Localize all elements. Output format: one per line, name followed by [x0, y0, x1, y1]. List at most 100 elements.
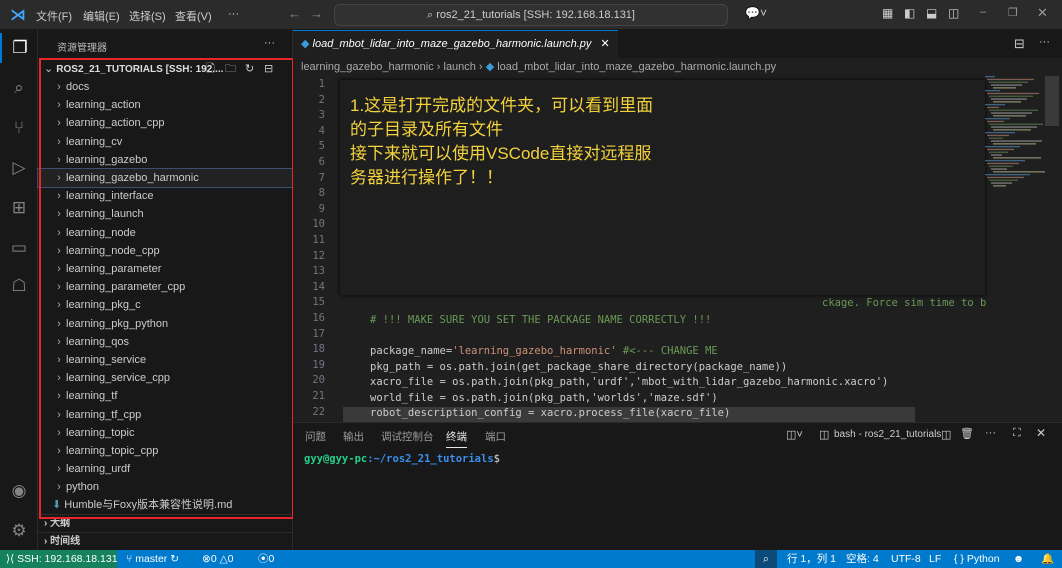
command-center-search[interactable]: ⌕ ros2_21_tutorials [SSH: 192.168.18.131…	[334, 4, 728, 26]
chat-icon[interactable]: ☖	[0, 271, 38, 301]
folder-item[interactable]: › learning_pkg_c	[38, 296, 292, 314]
language-mode[interactable]: { } Python	[954, 550, 1000, 568]
branch-indicator[interactable]: ⑂ master ↻	[126, 550, 179, 568]
folder-item[interactable]: › learning_tf	[38, 387, 292, 405]
back-icon[interactable]: ←	[288, 6, 301, 21]
new-folder-icon[interactable]: 🗀	[225, 60, 236, 78]
toggle-panel-icon[interactable]: ⬓	[926, 6, 937, 20]
folder-item[interactable]: › learning_qos	[38, 333, 292, 351]
terminal-prompt[interactable]: gyy@gyy-pc:~/ros2_21_tutorials$	[304, 453, 500, 465]
more-actions-button[interactable]: ···	[264, 37, 275, 49]
folder-item[interactable]: › learning_gazebo_harmonic	[37, 168, 293, 188]
indentation[interactable]: 空格: 4	[846, 550, 879, 568]
folder-item[interactable]: › learning_node_cpp	[38, 242, 292, 260]
refresh-icon[interactable]: ↻	[245, 60, 254, 78]
extensions-icon[interactable]: ⊞	[0, 193, 38, 223]
minimize-icon[interactable]: –	[980, 6, 986, 18]
remote-explorer-icon[interactable]: ▭	[0, 233, 38, 263]
close-panel-icon[interactable]: ✕	[1036, 426, 1046, 440]
editor-more-icon[interactable]: ···	[1039, 36, 1050, 48]
folder-item[interactable]: › learning_interface	[38, 187, 292, 205]
line-number: 12	[312, 249, 325, 262]
copilot-chat-icon[interactable]: 💬˅	[745, 6, 767, 20]
trash-icon[interactable]: 🗑	[960, 427, 974, 440]
split-terminal-icon[interactable]: ◫	[941, 428, 951, 441]
folder-item[interactable]: › learning_topic	[38, 424, 292, 442]
search-icon[interactable]: ⌕	[0, 73, 38, 103]
code-line-22[interactable]: robot_description_config = xacro.process…	[370, 407, 730, 419]
folder-item[interactable]: › learning_action	[38, 96, 292, 114]
folder-item[interactable]: › learning_parameter_cpp	[38, 278, 292, 296]
code-line-21[interactable]: world_file = os.path.join(pkg_path,'worl…	[370, 392, 718, 404]
maximize-panel-icon[interactable]: ⛶	[1013, 427, 1021, 440]
run-debug-icon[interactable]: ▷	[0, 153, 38, 183]
new-file-icon[interactable]: 🗋	[206, 60, 215, 78]
folder-item[interactable]: › learning_launch	[38, 205, 292, 223]
encoding[interactable]: UTF-8	[891, 550, 921, 568]
minimap[interactable]	[985, 76, 1045, 196]
folder-item[interactable]: › learning_tf_cpp	[38, 406, 292, 424]
folder-item[interactable]: › learning_service	[38, 351, 292, 369]
code-line-18[interactable]: package_name='learning_gazebo_harmonic' …	[370, 345, 718, 357]
code-line-16[interactable]: # !!! MAKE SURE YOU SET THE PACKAGE NAME…	[370, 314, 711, 326]
forward-icon[interactable]: →	[310, 6, 323, 21]
source-control-icon[interactable]: ⑂	[0, 113, 38, 143]
customize-layout-icon[interactable]: ▦	[882, 6, 893, 20]
menu-selection[interactable]: 选择(S)	[129, 8, 166, 24]
end-of-line[interactable]: LF	[929, 550, 941, 568]
workspace-root[interactable]: ⌄ ROS2_21_TUTORIALS [SSH: 192.... 🗋 🗀 ↻ …	[38, 60, 292, 78]
more-icon[interactable]: ···	[985, 427, 996, 439]
problems-indicator[interactable]: ⊗0 △0	[202, 550, 234, 568]
chevron-right-icon: ›	[57, 81, 61, 93]
folder-item[interactable]: › docs	[38, 78, 292, 96]
menu-file[interactable]: 文件(F)	[36, 8, 72, 24]
folder-item[interactable]: › learning_topic_cpp	[38, 442, 292, 460]
folder-item[interactable]: › learning_node	[38, 224, 292, 242]
code-line-19[interactable]: pkg_path = os.path.join(get_package_shar…	[370, 361, 787, 373]
tab-problems[interactable]: 问题	[305, 429, 326, 444]
line-number: 2	[318, 93, 325, 106]
code-line-15[interactable]: ckage. Force sim time to b	[822, 297, 986, 309]
menu-view[interactable]: 查看(V)	[175, 8, 212, 24]
menu-edit[interactable]: 编辑(E)	[83, 8, 120, 24]
menu-more[interactable]: ···	[228, 8, 239, 20]
folder-item[interactable]: › learning_cv	[38, 133, 292, 151]
close-tab-icon[interactable]: ✕	[600, 38, 609, 50]
folder-item[interactable]: › python	[38, 478, 292, 496]
timeline-section[interactable]: › 时间线	[38, 532, 292, 550]
restore-icon[interactable]: ❐	[1008, 6, 1018, 19]
folder-item[interactable]: › learning_urdf	[38, 460, 292, 478]
account-icon[interactable]: ◉	[0, 476, 38, 506]
remote-indicator[interactable]: ⟩⟨ SSH: 192.168.18.131	[0, 550, 118, 568]
scrollbar-thumb[interactable]	[1045, 76, 1059, 126]
minimap-line	[993, 129, 1031, 131]
explorer-icon[interactable]: ❐	[0, 33, 38, 63]
toggle-secondary-sidebar-icon[interactable]: ◫	[948, 6, 959, 20]
ports-indicator[interactable]: ⦿0	[258, 550, 274, 568]
folder-item[interactable]: › learning_action_cpp	[38, 114, 292, 132]
split-editor-icon[interactable]: ⊟	[1014, 36, 1025, 52]
notifications-bell-icon[interactable]: 🔔	[1041, 550, 1054, 568]
tab-debug-console[interactable]: 调试控制台	[381, 429, 434, 444]
cursor-position[interactable]: 行 1，列 1	[787, 550, 836, 568]
copilot-icon[interactable]: ☻	[1013, 550, 1024, 568]
toggle-sidebar-icon[interactable]: ◧	[904, 6, 915, 20]
close-window-icon[interactable]: ✕	[1037, 5, 1048, 21]
code-line-20[interactable]: xacro_file = os.path.join(pkg_path,'urdf…	[370, 376, 888, 388]
outline-section[interactable]: › 大纲	[38, 514, 292, 532]
folder-item[interactable]: › learning_pkg_python	[38, 315, 292, 333]
new-terminal-icon[interactable]: ◫˅	[786, 428, 803, 441]
tab-terminal[interactable]: 终端	[446, 429, 467, 448]
tab-launch-file[interactable]: ◆ load_mbot_lidar_into_maze_gazebo_harmo…	[293, 30, 618, 58]
zoom-icon[interactable]: ⌕	[755, 550, 777, 568]
folder-item[interactable]: › learning_parameter	[38, 260, 292, 278]
minimap-line	[989, 123, 1043, 125]
tab-output[interactable]: 输出	[343, 429, 364, 444]
terminal-name[interactable]: bash - ros2_21_tutorials	[834, 429, 941, 440]
file-item[interactable]: ⬇ Humble与Foxy版本兼容性说明.md	[38, 496, 292, 514]
folder-item[interactable]: › learning_gazebo	[38, 151, 292, 169]
folder-item[interactable]: › learning_service_cpp	[38, 369, 292, 387]
collapse-all-icon[interactable]: ⊟	[264, 60, 273, 78]
settings-gear-icon[interactable]: ⚙	[0, 516, 38, 546]
tab-ports[interactable]: 端口	[485, 429, 506, 444]
